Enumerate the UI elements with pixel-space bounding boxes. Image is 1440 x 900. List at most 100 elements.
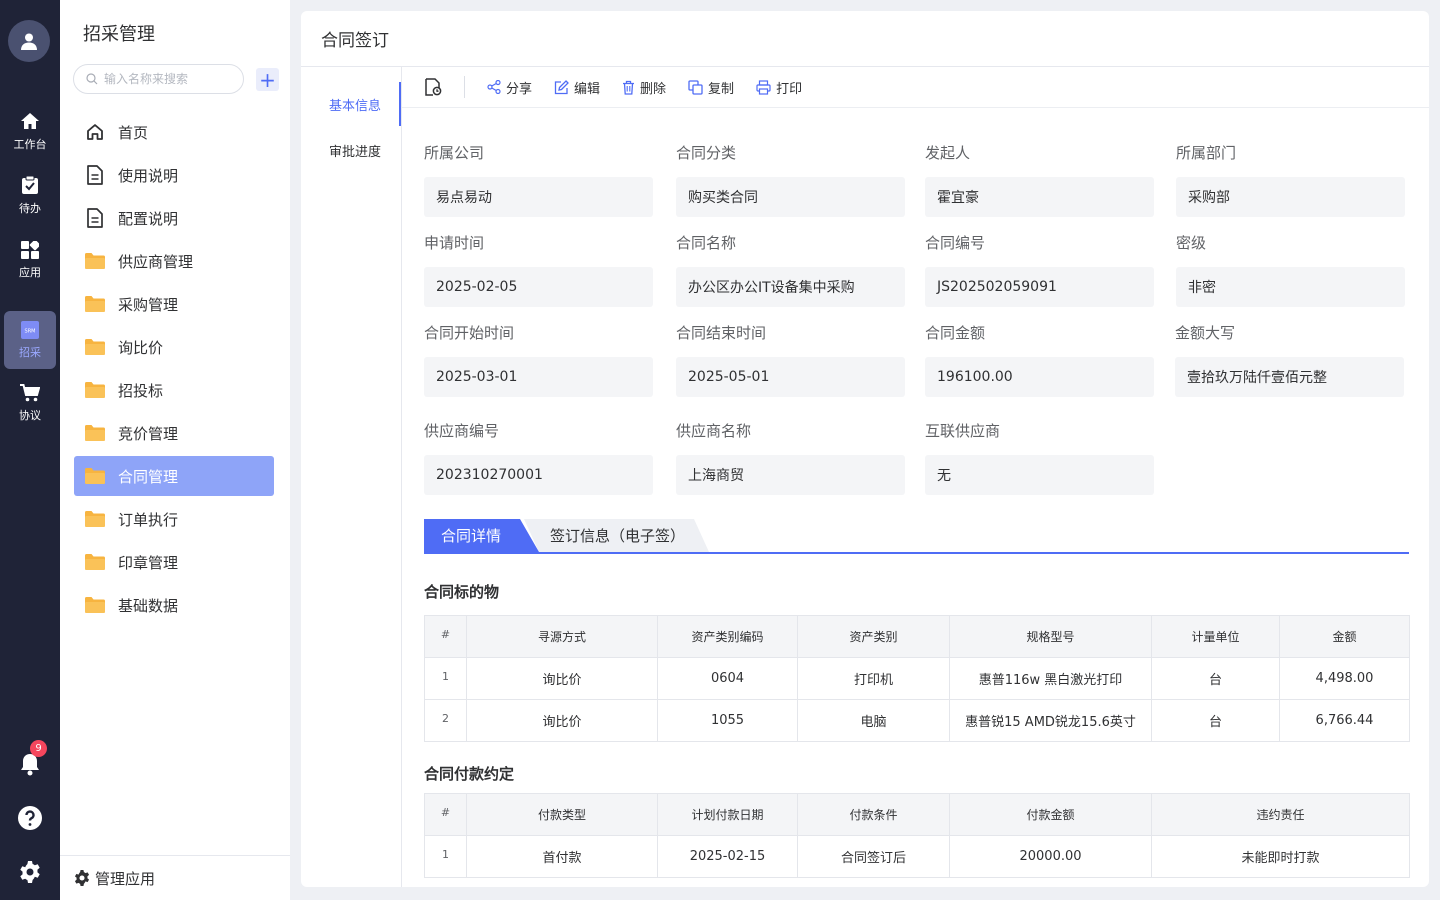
document-icon (84, 207, 106, 229)
sidebar-item-config-guide[interactable]: 配置说明 (74, 198, 274, 238)
field-company: 所属公司 易点易动 (424, 143, 653, 217)
sidebar-item-inquiry[interactable]: 询比价 (74, 327, 274, 367)
search-box[interactable] (73, 64, 244, 94)
sidebar-item-label: 询比价 (118, 338, 164, 357)
sidebar-item-bidding[interactable]: 招投标 (74, 370, 274, 410)
side-tabs: 基本信息 审批进度 (301, 67, 402, 887)
folder-icon (84, 250, 106, 272)
table-cell: 1 (424, 835, 467, 878)
rail-item-agreement[interactable]: 协议 (4, 374, 56, 432)
rail-label: 应用 (19, 265, 41, 279)
sidebar-item-base-data[interactable]: 基础数据 (74, 585, 274, 625)
share-button[interactable]: 分享 (487, 78, 532, 97)
table-cell: 台 (1151, 699, 1280, 742)
tab-contract-details[interactable]: 合同详情 (424, 519, 539, 552)
table-cell: 20000.00 (949, 835, 1152, 878)
folder-icon (84, 594, 106, 616)
manage-apps-button[interactable]: 管理应用 (60, 855, 290, 900)
field-amount: 合同金额 196100.00 (925, 323, 1154, 397)
rail-item-todo[interactable]: 待办 (4, 166, 56, 224)
field-apply-date: 申请时间 2025-02-05 (424, 233, 653, 307)
page-title: 合同签订 (301, 11, 1429, 67)
field-contract-name: 合同名称 办公区办公IT设备集中采购 (676, 233, 905, 307)
app-rail: 工作台 待办 应用 SRM 招采 协议 9 (0, 0, 60, 900)
field-value: 无 (925, 455, 1154, 495)
payment-table: # 付款类型 计划付款日期 付款条件 付款金额 违约责任 1 首付款 2025-… (424, 793, 1410, 878)
copy-label: 复制 (708, 81, 735, 97)
sidebar-item-contract[interactable]: 合同管理 (74, 456, 274, 496)
sidebar-item-auction[interactable]: 竞价管理 (74, 413, 274, 453)
field-label: 互联供应商 (925, 422, 1001, 440)
column-header: 金额 (1279, 615, 1410, 658)
add-button[interactable]: + (256, 68, 279, 91)
rail-item-procurement[interactable]: SRM 招采 (4, 311, 56, 369)
field-value: 上海商贸 (676, 455, 905, 495)
sidebar-item-supplier[interactable]: 供应商管理 (74, 241, 274, 281)
column-header: 计量单位 (1151, 615, 1280, 658)
edit-button[interactable]: 编辑 (554, 78, 600, 97)
trash-icon (623, 80, 635, 95)
table-cell: 6,766.44 (1279, 699, 1410, 742)
edit-label: 编辑 (574, 81, 601, 97)
field-value: 易点易动 (424, 177, 653, 217)
sidebar-item-label: 使用说明 (118, 166, 179, 185)
sidebar-item-seal[interactable]: 印章管理 (74, 542, 274, 582)
field-value: 购买类合同 (676, 177, 905, 217)
rail-item-apps[interactable]: 应用 (4, 231, 56, 289)
srm-icon: SRM (21, 320, 39, 339)
notification-button[interactable]: 9 (16, 740, 47, 778)
copy-button[interactable]: 复制 (688, 78, 734, 97)
field-department: 所属部门 采购部 (1176, 143, 1405, 217)
folder-icon (84, 293, 106, 315)
sidebar-item-label: 采购管理 (118, 295, 179, 314)
rail-item-workbench[interactable]: 工作台 (4, 102, 56, 160)
sidebar-item-usage-guide[interactable]: 使用说明 (74, 155, 274, 195)
field-label: 供应商名称 (676, 422, 752, 440)
table-cell: 1 (424, 657, 467, 700)
sidebar-item-purchase[interactable]: 采购管理 (74, 284, 274, 324)
sidebar-title: 招采管理 (83, 24, 155, 45)
tab-approval-progress[interactable]: 审批进度 (301, 128, 401, 172)
cart-icon (20, 383, 40, 401)
table-header-row: # 寻源方式 资产类别编码 资产类别 规格型号 计量单位 金额 (424, 615, 1410, 658)
field-label: 发起人 (925, 144, 971, 162)
help-button[interactable] (16, 804, 44, 832)
sidebar-item-label: 基础数据 (118, 596, 179, 615)
table-cell: 电脑 (797, 699, 950, 742)
sidebar-item-label: 订单执行 (118, 510, 179, 529)
document-history-icon (425, 78, 442, 96)
table-cell: 询比价 (466, 657, 658, 700)
user-avatar[interactable] (8, 20, 50, 62)
field-end-date: 合同结束时间 2025-05-01 (676, 323, 905, 397)
view-log-button[interactable] (424, 76, 465, 98)
sidebar: 招采管理 + 首页 使用说明 配置说明 供应商管理 采购管理 询比价 (60, 0, 290, 900)
folder-icon (84, 551, 106, 573)
field-value: 2025-02-05 (424, 267, 653, 307)
settings-button[interactable] (16, 858, 44, 886)
sidebar-item-order[interactable]: 订单执行 (74, 499, 274, 539)
tab-signing-info[interactable]: 签订信息（电子签） (524, 519, 709, 552)
payment-section-title: 合同付款约定 (424, 765, 515, 783)
field-value: 196100.00 (925, 357, 1154, 397)
search-input[interactable] (104, 72, 234, 86)
tab-basic-info[interactable]: 基本信息 (301, 82, 401, 126)
folder-icon (84, 465, 106, 487)
column-header: 资产类别编码 (657, 615, 798, 658)
table-cell: 打印机 (797, 657, 950, 700)
delete-button[interactable]: 删除 (622, 78, 666, 97)
field-label: 合同编号 (925, 234, 986, 252)
sidebar-item-home[interactable]: 首页 (74, 112, 274, 152)
folder-icon (84, 422, 106, 444)
table-cell: 4,498.00 (1279, 657, 1410, 700)
print-label: 打印 (776, 81, 803, 97)
user-icon (21, 33, 37, 50)
rail-label: 待办 (19, 201, 41, 215)
column-header: 规格型号 (949, 615, 1152, 658)
rail-label: 协议 (19, 408, 41, 422)
print-button[interactable]: 打印 (756, 78, 802, 97)
field-amount-uppercase: 金额大写 壹拾玖万陆仟壹佰元整 (1175, 323, 1404, 397)
field-start-date: 合同开始时间 2025-03-01 (424, 323, 653, 397)
table-cell: 惠普锐15 AMD锐龙15.6英寸 (949, 699, 1152, 742)
sidebar-item-label: 供应商管理 (118, 252, 194, 271)
sidebar-item-label: 印章管理 (118, 553, 179, 572)
